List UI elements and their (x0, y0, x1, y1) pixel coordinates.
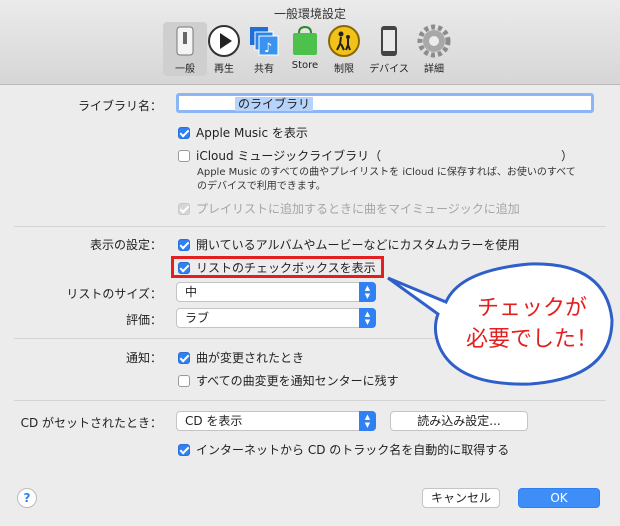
add-to-my-music-checkbox: プレイリストに追加するときに曲をマイミュージックに追加 (178, 200, 520, 216)
annotation-highlight-box (171, 256, 384, 278)
annotation-line-1: チェックが (476, 296, 587, 321)
custom-color-checkbox[interactable]: 開いているアルバムやムービーなどにカスタムカラーを使用 (178, 236, 520, 252)
tab-restrictions-label: 制限 (334, 64, 354, 75)
icloud-note-line-2: のデバイスで利用できます。 (197, 181, 326, 192)
tab-advanced-label: 詳細 (424, 64, 444, 75)
icloud-note-line-1: Apple Music のすべての曲やプレイリストを iCloud に保存すれば… (197, 167, 576, 178)
icloud-music-label: iCloud ミュージックライブラリ（ (196, 149, 382, 163)
auto-track-names-label: インターネットから CD のトラック名を自動的に取得する (196, 443, 510, 457)
tab-devices[interactable]: デバイス (367, 22, 411, 76)
show-apple-music-checkbox[interactable]: Apple Music を表示 (178, 124, 308, 140)
checkbox-checked (178, 444, 190, 456)
tab-store-label: Store (291, 60, 319, 71)
play-icon (207, 24, 241, 58)
chevron-updown-icon: ▲ ▼ (359, 411, 376, 431)
song-changes-checkbox[interactable]: 曲が変更されたとき (178, 349, 304, 365)
add-to-my-music-label: プレイリストに追加するときに曲をマイミュージックに追加 (196, 202, 520, 216)
device-icon (372, 24, 406, 58)
store-icon (288, 24, 322, 58)
tab-general-label: 一般 (175, 64, 195, 75)
general-icon (168, 24, 202, 58)
song-changes-label: 曲が変更されたとき (196, 351, 305, 365)
parental-icon (327, 24, 361, 58)
checkbox-unchecked (178, 150, 190, 162)
icloud-close-paren: ） (561, 149, 574, 163)
list-size-popup[interactable]: 中 ▲ ▼ (176, 282, 376, 302)
library-name-field[interactable]: のライブラリ (176, 93, 594, 113)
checkbox-checked (178, 127, 190, 139)
show-apple-music-label: Apple Music を表示 (196, 126, 308, 140)
custom-color-label: 開いているアルバムやムービーなどにカスタムカラーを使用 (196, 238, 520, 252)
rating-value: ラブ (185, 311, 210, 325)
tab-devices-label: デバイス (369, 64, 409, 75)
icloud-music-checkbox[interactable]: iCloud ミュージックライブラリ（ (178, 147, 381, 163)
auto-track-names-checkbox[interactable]: インターネットから CD のトラック名を自動的に取得する (178, 441, 509, 457)
cd-action-popup[interactable]: CD を表示 ▲ ▼ (176, 411, 376, 431)
ok-button[interactable]: OK (518, 488, 600, 508)
checkbox-checked (178, 352, 190, 364)
tab-playback[interactable]: 再生 (202, 22, 246, 76)
chevron-updown-icon: ▲ ▼ (359, 308, 376, 328)
cd-action-value: CD を表示 (185, 414, 243, 428)
tab-restrictions[interactable]: 制限 (322, 22, 366, 76)
help-button[interactable]: ? (17, 488, 37, 508)
rating-popup[interactable]: ラブ ▲ ▼ (176, 308, 376, 328)
cd-inserted-label: CD がセットされたとき： (20, 416, 162, 430)
list-size-value: 中 (185, 285, 198, 299)
svg-text:♪: ♪ (264, 41, 272, 56)
window-titlebar: 一般環境設定 一般 再生 ♪ 共有 Store 制限 デバイス 詳細 (0, 0, 620, 85)
window-title: 一般環境設定 (273, 7, 346, 21)
checkbox-checked (178, 239, 190, 251)
annotation-callout-text: チェックが 必要でした！ (452, 293, 612, 355)
all-changes-label: すべての曲変更を通知センターに残す (196, 374, 399, 388)
checkbox-unchecked (178, 375, 190, 387)
icloud-note: Apple Music のすべての曲やプレイリストを iCloud に保存すれば… (197, 166, 576, 194)
notifications-label: 通知： (125, 351, 162, 365)
checkbox-disabled (178, 203, 190, 215)
rating-label: 評価： (125, 313, 162, 327)
tab-general[interactable]: 一般 (163, 22, 207, 76)
share-icon: ♪ (247, 24, 281, 58)
library-name-label: ライブラリ名： (77, 99, 162, 113)
all-changes-checkbox[interactable]: すべての曲変更を通知センターに残す (178, 372, 399, 388)
divider (14, 226, 606, 227)
chevron-updown-icon: ▲ ▼ (359, 282, 376, 302)
tab-sharing-label: 共有 (254, 64, 274, 75)
list-size-label: リストのサイズ： (66, 287, 162, 301)
divider (14, 400, 606, 401)
tab-store[interactable]: Store (283, 22, 327, 76)
gear-icon (417, 24, 451, 58)
tab-playback-label: 再生 (214, 64, 234, 75)
library-name-value: のライブラリ (235, 97, 314, 111)
annotation-line-2: 必要でした！ (465, 327, 598, 352)
tab-sharing[interactable]: ♪ 共有 (242, 22, 286, 76)
cancel-button[interactable]: キャンセル (422, 488, 500, 508)
import-settings-button[interactable]: 読み込み設定... (390, 411, 528, 431)
tab-advanced[interactable]: 詳細 (412, 22, 456, 76)
display-label: 表示の設定： (89, 238, 162, 252)
